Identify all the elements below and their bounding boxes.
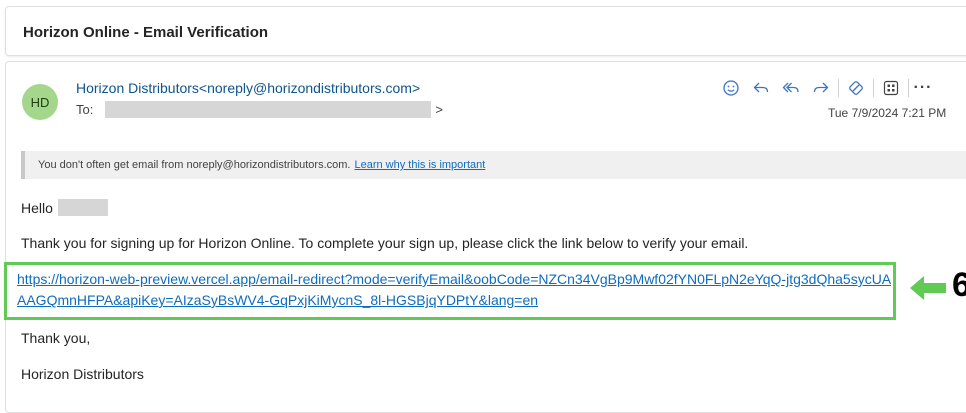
message-toolbar: ··· <box>716 74 935 102</box>
redacted-recipient <box>105 101 432 118</box>
loop-icon[interactable] <box>841 75 871 101</box>
apps-icon[interactable] <box>876 75 906 101</box>
thanks-line: Thank you, <box>21 330 91 346</box>
more-icon[interactable]: ··· <box>911 79 935 97</box>
callout-arrow-icon <box>910 276 946 300</box>
email-subject: Horizon Online - Email Verification <box>23 24 269 41</box>
body-paragraph: Thank you for signing up for Horizon Onl… <box>21 235 749 251</box>
redacted-name <box>57 199 108 216</box>
reply-all-icon[interactable] <box>776 75 806 101</box>
emoji-icon[interactable] <box>716 75 746 101</box>
verify-email-link[interactable]: https://horizon-web-preview.vercel.app/e… <box>17 269 892 311</box>
notice-text: You don't often get email from noreply@h… <box>38 159 351 171</box>
callout-step-number: 6 <box>952 266 966 304</box>
toolbar-divider <box>908 79 909 97</box>
forward-icon[interactable] <box>806 75 836 101</box>
toolbar-divider <box>873 79 874 97</box>
greeting-text: Hello <box>21 200 53 216</box>
signature-line: Horizon Distributors <box>21 366 144 382</box>
sender-notice-banner: You don't often get email from noreply@h… <box>21 151 966 179</box>
toolbar-divider <box>838 79 839 97</box>
message-date: Tue 7/9/2024 7:21 PM <box>828 106 947 120</box>
subject-bar: Horizon Online - Email Verification <box>5 6 966 56</box>
sender-name[interactable]: Horizon Distributors<noreply@horizondist… <box>76 80 420 96</box>
learn-why-link[interactable]: Learn why this is important <box>354 159 485 171</box>
sender-avatar[interactable]: HD <box>22 84 58 120</box>
reply-icon[interactable] <box>746 75 776 101</box>
to-suffix: > <box>435 102 443 117</box>
greeting-line: Hello <box>21 199 108 216</box>
recipient-row: To: > <box>76 101 443 118</box>
to-label: To: <box>76 102 94 117</box>
